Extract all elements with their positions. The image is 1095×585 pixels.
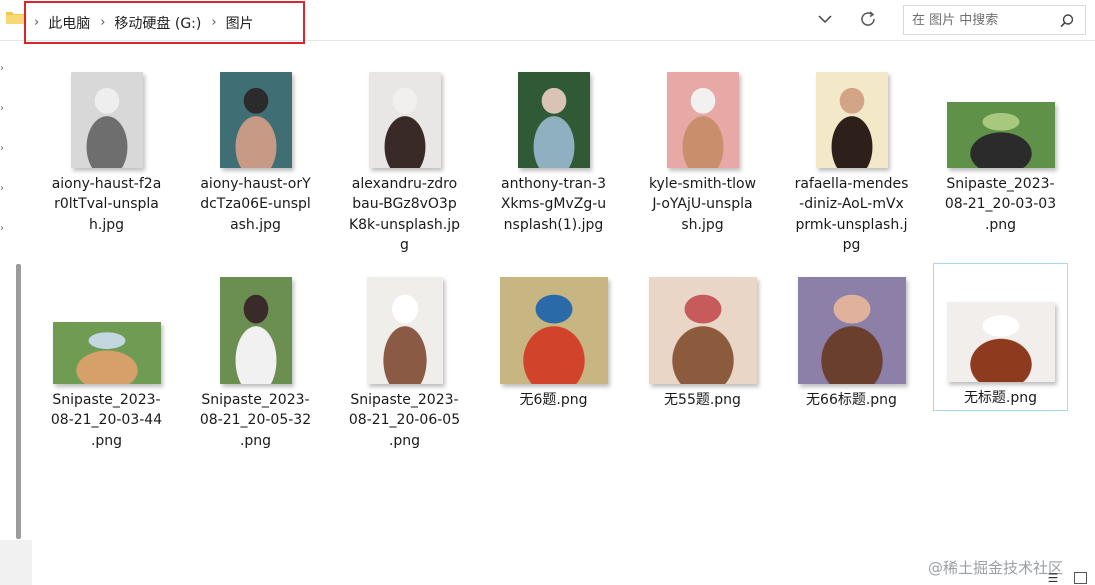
file-item[interactable]: Snipaste_2023- 08-21_20-03-03 .png (934, 58, 1067, 235)
address-history-button[interactable] (812, 8, 838, 30)
file-name-label: anthony-tran-3 Xkms-gMvZg-u nsplash(1).jpg (500, 176, 607, 233)
large-icons-view-icon[interactable] (1074, 572, 1087, 584)
navigation-scrollbar[interactable] (16, 264, 21, 539)
chevron-right-icon: › (34, 15, 40, 30)
thumbnail-portrait-woman-dark-hair (368, 72, 441, 168)
address-toolbar: › 此电脑 › 移动硬盘 (G:) › 图片 (0, 0, 1095, 44)
thumbnail-portrait-woman-pink (666, 72, 739, 168)
file-item[interactable]: Snipaste_2023- 08-21_20-03-44 .png (40, 266, 173, 451)
file-name-label: 无标题.png (963, 390, 1038, 406)
file-item[interactable]: alexandru-zdro bau-BGz8vO3p K8k-unsplash.j… (338, 58, 471, 256)
thumbnail-girl-backpack (219, 277, 292, 384)
thumbnail-frame (487, 266, 620, 384)
file-name-label: kyle-smith-tlow J-oYAjU-unspla sh.jpg (648, 176, 757, 233)
thumbnail-corgi-path (52, 322, 161, 384)
file-item[interactable]: Snipaste_2023- 08-21_20-06-05 .png (338, 266, 471, 451)
file-name-label: 无6题.png (519, 392, 588, 408)
file-item[interactable]: 无66标题.png (785, 266, 918, 410)
file-name-label: 无66标题.png (806, 392, 897, 408)
thumbnail-frame (487, 58, 620, 168)
thumbnail-frame (40, 266, 173, 384)
thumbnail-frame (785, 266, 918, 384)
search-box[interactable] (903, 5, 1086, 35)
file-item[interactable]: rafaella-mendes -diniz-AoL-mVx prmk-unspla… (785, 58, 918, 256)
expand-chevron-icon[interactable]: › (0, 103, 8, 114)
thumbnail-woman-white-curtain (366, 277, 443, 384)
thumbnail-dog-on-grass (946, 102, 1055, 168)
thumbnail-frame (934, 58, 1067, 168)
thumbnail-frame (934, 264, 1067, 382)
thumbnail-painted-woman-flowers (797, 277, 906, 384)
file-item[interactable]: Snipaste_2023- 08-21_20-05-32 .png (189, 266, 322, 451)
file-name-label: Snipaste_2023- 08-21_20-03-44 .png (50, 392, 163, 449)
file-name-label: Snipaste_2023- 08-21_20-03-03 .png (944, 176, 1057, 233)
breadcrumb-item-this-pc[interactable]: 此电脑 (48, 13, 90, 33)
expand-chevron-icon[interactable]: › (0, 143, 8, 154)
thumbnail-frame (636, 58, 769, 168)
expand-chevron-icon[interactable]: › (0, 63, 8, 74)
thumbnail-frame (189, 266, 322, 384)
breadcrumb[interactable]: › 此电脑 › 移动硬盘 (G:) › 图片 (24, 1, 305, 44)
file-name-label: aiony-haust-orY dcTza06E-unspl ash.jpg (200, 176, 311, 233)
thumbnail-portrait-woman-green (517, 72, 590, 168)
thumbnail-frame (338, 58, 471, 168)
navigation-pane-footer (0, 540, 32, 585)
chevron-right-icon: › (100, 15, 106, 30)
thumbnail-frame (40, 58, 173, 168)
thumbnail-cavalier-dog (946, 302, 1055, 382)
thumbnail-frame (785, 58, 918, 168)
file-item[interactable]: 无标题.png (933, 263, 1068, 411)
file-name-label: aiony-haust-f2a r0ltTval-unspla h.jpg (51, 176, 162, 233)
file-item[interactable]: 无6题.png (487, 266, 620, 410)
file-item[interactable]: anthony-tran-3 Xkms-gMvZg-u nsplash(1).jpg (487, 58, 620, 235)
refresh-icon (861, 11, 875, 26)
expand-chevron-icon[interactable]: › (0, 223, 8, 234)
navigation-pane: › › › › › (0, 41, 21, 566)
thumbnail-portrait-woman-bw (70, 72, 143, 168)
folder-icon (6, 12, 24, 24)
file-item[interactable]: aiony-haust-orY dcTza06E-unspl ash.jpg (189, 58, 322, 235)
thumbnail-frame (338, 266, 471, 384)
thumbnail-parrot (499, 277, 608, 384)
chevron-down-icon (818, 15, 832, 24)
file-item[interactable]: aiony-haust-f2a r0ltTval-unspla h.jpg (40, 58, 173, 235)
thumbnail-portrait-woman-cream (815, 72, 888, 168)
thumbnail-painted-woman (648, 277, 757, 384)
thumbnail-frame (189, 58, 322, 168)
file-name-label: Snipaste_2023- 08-21_20-05-32 .png (199, 392, 312, 449)
details-view-icon[interactable]: ☰ (1046, 572, 1060, 585)
file-name-label: 无55题.png (664, 392, 741, 408)
thumbnail-portrait-woman-teal (219, 72, 292, 168)
watermark: @稀土掘金技术社区 (928, 559, 1064, 577)
search-icon[interactable] (1059, 13, 1075, 29)
thumbnail-frame (636, 266, 769, 384)
file-name-label: alexandru-zdro bau-BGz8vO3p K8k-unsplash.j… (348, 176, 461, 254)
breadcrumb-item-drive[interactable]: 移动硬盘 (G:) (114, 13, 201, 33)
chevron-right-icon: › (211, 15, 217, 30)
file-name-label: rafaella-mendes -diniz-AoL-mVx prmk-unspla… (794, 176, 909, 254)
file-name-label: Snipaste_2023- 08-21_20-06-05 .png (348, 392, 461, 449)
expand-chevron-icon[interactable]: › (0, 183, 8, 194)
file-item[interactable]: 无55题.png (636, 266, 769, 410)
refresh-button[interactable] (853, 6, 883, 32)
breadcrumb-item-pictures[interactable]: 图片 (226, 13, 254, 33)
search-input[interactable] (912, 10, 1052, 30)
file-item[interactable]: kyle-smith-tlow J-oYAjU-unspla sh.jpg (636, 58, 769, 235)
